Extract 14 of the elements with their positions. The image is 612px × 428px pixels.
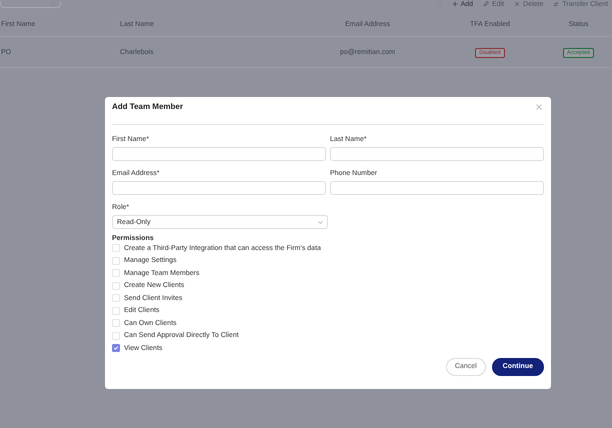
arrows-icon — [553, 1, 560, 7]
plus-icon — [452, 1, 458, 7]
x-icon — [514, 1, 520, 7]
input-field[interactable] — [112, 147, 326, 161]
search-icon — [50, 0, 56, 6]
input-field[interactable] — [112, 181, 326, 195]
checkbox[interactable] — [112, 344, 120, 352]
input-field[interactable] — [330, 147, 544, 161]
chevron-icon — [318, 220, 323, 224]
search-field[interactable] — [0, 0, 61, 8]
pencil-icon — [483, 1, 490, 7]
input-field[interactable] — [330, 181, 544, 195]
dialog-title: Add Team Member — [112, 102, 183, 111]
close-icon[interactable] — [536, 104, 542, 110]
